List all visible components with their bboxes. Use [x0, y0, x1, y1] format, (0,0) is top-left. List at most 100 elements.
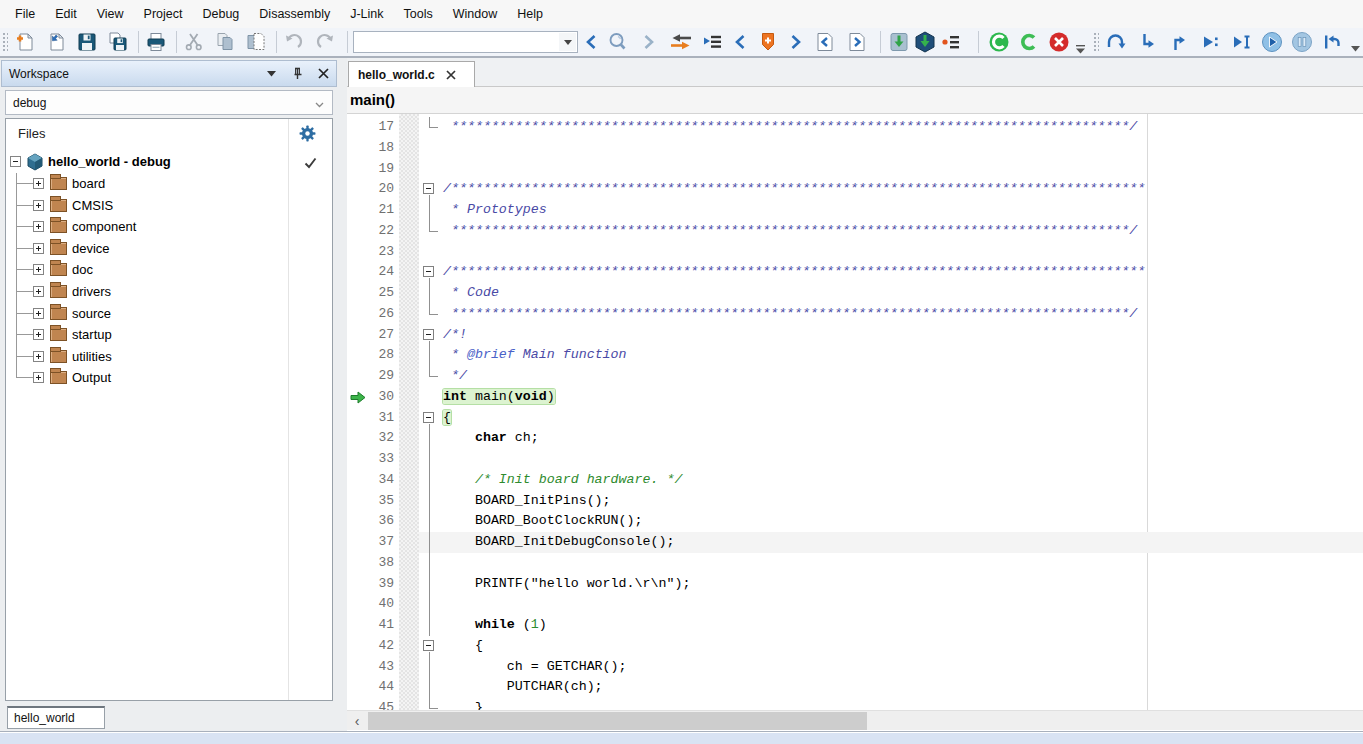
tree-item-utilities[interactable]: utilities — [6, 346, 332, 368]
code-line-30[interactable]: 30int main(void) — [347, 387, 1363, 408]
gutter[interactable] — [347, 449, 370, 470]
code-line-26[interactable]: 26 *************************************… — [347, 304, 1363, 325]
gutter[interactable] — [347, 242, 370, 263]
tree-item-component[interactable]: component — [6, 216, 332, 238]
tree-item-drivers[interactable]: drivers — [6, 281, 332, 303]
expand-icon[interactable] — [33, 221, 44, 232]
code-line-42[interactable]: 42 { — [347, 636, 1363, 657]
fold-margin[interactable] — [419, 325, 441, 346]
code-line-32[interactable]: 32 char ch; — [347, 428, 1363, 449]
fold-margin[interactable] — [419, 574, 441, 595]
fold-collapse-icon[interactable] — [423, 183, 434, 194]
fold-margin[interactable] — [419, 159, 441, 180]
code-line-25[interactable]: 25 * Code — [347, 283, 1363, 304]
tree-item-source[interactable]: source — [6, 303, 332, 325]
gutter[interactable] — [347, 532, 370, 553]
next-statement-button[interactable] — [1197, 29, 1225, 55]
run-to-cursor-button[interactable] — [1228, 29, 1256, 55]
menu-j-link[interactable]: J-Link — [340, 0, 393, 28]
code-line-31[interactable]: 31{ — [347, 408, 1363, 429]
break-button[interactable] — [1288, 29, 1316, 55]
menu-debug[interactable]: Debug — [192, 0, 249, 28]
gutter[interactable] — [347, 159, 370, 180]
fold-margin[interactable] — [419, 636, 441, 657]
fold-margin[interactable] — [419, 553, 441, 574]
workspace-menu-icon[interactable] — [258, 64, 284, 84]
code-line-28[interactable]: 28 * @brief Main function — [347, 345, 1363, 366]
menu-project[interactable]: Project — [134, 0, 193, 28]
copy-button[interactable] — [212, 29, 238, 55]
tree-item-CMSIS[interactable]: CMSIS — [6, 195, 332, 217]
compile-button[interactable] — [1016, 29, 1042, 55]
fold-margin[interactable] — [419, 221, 441, 242]
tree-item-doc[interactable]: doc — [6, 259, 332, 281]
code-line-17[interactable]: 17 *************************************… — [347, 117, 1363, 138]
code-line-44[interactable]: 44 PUTCHAR(ch); — [347, 677, 1363, 698]
collapse-icon[interactable] — [10, 156, 21, 167]
tree-item-device[interactable]: device — [6, 238, 332, 260]
menu-window[interactable]: Window — [443, 0, 507, 28]
toggle-bookmark-button[interactable] — [755, 29, 781, 55]
fold-collapse-icon[interactable] — [423, 412, 434, 423]
find-combo-dropdown[interactable] — [559, 33, 576, 51]
expand-icon[interactable] — [33, 329, 44, 340]
reset-button[interactable] — [1318, 29, 1346, 55]
function-breadcrumb[interactable]: main() — [347, 87, 1363, 112]
expand-icon[interactable] — [33, 286, 44, 297]
fold-margin[interactable] — [419, 138, 441, 159]
fold-margin[interactable] — [419, 242, 441, 263]
stop-build-button[interactable] — [1046, 29, 1072, 55]
gutter[interactable] — [347, 387, 370, 408]
fold-margin[interactable] — [419, 532, 441, 553]
cut-button[interactable] — [181, 29, 207, 55]
code-area[interactable]: 17 *************************************… — [347, 114, 1363, 710]
fold-margin[interactable] — [419, 304, 441, 325]
code-line-40[interactable]: 40 — [347, 594, 1363, 615]
code-line-41[interactable]: 41 while (1) — [347, 615, 1363, 636]
fold-margin[interactable] — [419, 366, 441, 387]
code-line-29[interactable]: 29 */ — [347, 366, 1363, 387]
next-location-button[interactable] — [844, 29, 870, 55]
fold-margin[interactable] — [419, 491, 441, 512]
expand-icon[interactable] — [33, 200, 44, 211]
print-button[interactable] — [143, 29, 169, 55]
navigate-swap-button[interactable] — [666, 29, 696, 55]
gutter[interactable] — [347, 283, 370, 304]
gutter[interactable] — [347, 574, 370, 595]
code-line-27[interactable]: 27/*! — [347, 325, 1363, 346]
code-line-38[interactable]: 38 — [347, 553, 1363, 574]
fold-margin[interactable] — [419, 698, 441, 710]
expand-icon[interactable] — [33, 178, 44, 189]
close-icon[interactable] — [310, 64, 336, 84]
gutter[interactable] — [347, 221, 370, 242]
paste-button[interactable] — [243, 29, 269, 55]
menu-file[interactable]: File — [5, 0, 45, 28]
gutter[interactable] — [347, 138, 370, 159]
gutter[interactable] — [347, 615, 370, 636]
gutter[interactable] — [347, 366, 370, 387]
code-line-36[interactable]: 36 BOARD_BootClockRUN(); — [347, 511, 1363, 532]
fold-margin[interactable] — [419, 428, 441, 449]
step-over-button[interactable] — [1102, 29, 1132, 55]
menu-view[interactable]: View — [87, 0, 134, 28]
gutter[interactable] — [347, 636, 370, 657]
menu-help[interactable]: Help — [507, 0, 553, 28]
fold-margin[interactable] — [419, 470, 441, 491]
tree-item-board[interactable]: board — [6, 173, 332, 195]
expand-icon[interactable] — [33, 264, 44, 275]
horizontal-scrollbar[interactable]: ‹ — [347, 710, 1363, 730]
find-button[interactable] — [604, 29, 632, 55]
fold-collapse-icon[interactable] — [423, 266, 434, 277]
gutter[interactable] — [347, 408, 370, 429]
configuration-dropdown[interactable]: debug — [5, 90, 333, 115]
gutter[interactable] — [347, 428, 370, 449]
find-combo[interactable] — [353, 31, 578, 53]
open-file-button[interactable] — [43, 29, 69, 55]
code-line-20[interactable]: 20/*************************************… — [347, 179, 1363, 200]
fold-margin[interactable] — [419, 408, 441, 429]
code-line-43[interactable]: 43 ch = GETCHAR(); — [347, 657, 1363, 678]
editor-tab[interactable]: hello_world.c — [348, 61, 475, 87]
gutter[interactable] — [347, 677, 370, 698]
gutter[interactable] — [347, 511, 370, 532]
expand-icon[interactable] — [33, 351, 44, 362]
